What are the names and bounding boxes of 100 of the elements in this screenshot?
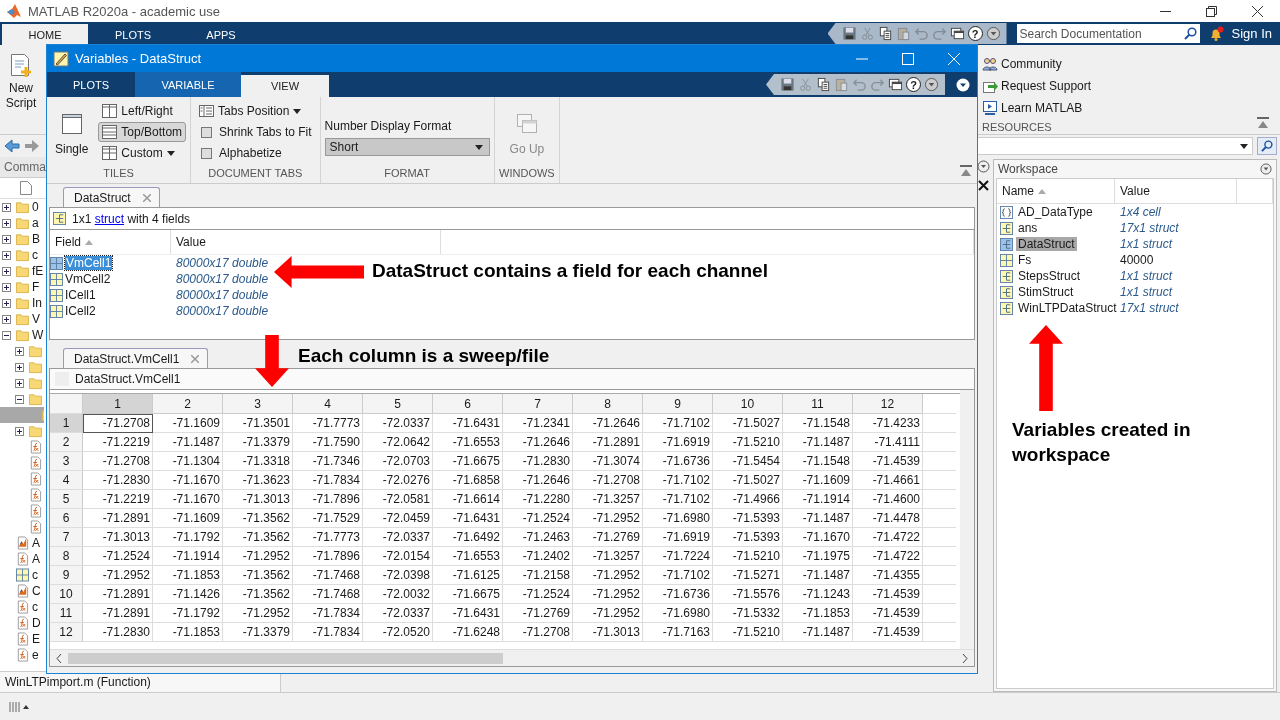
column-header[interactable]: Value bbox=[1115, 179, 1237, 203]
copy-icon[interactable] bbox=[816, 77, 831, 92]
expand-icon[interactable] bbox=[15, 426, 24, 436]
table-cell[interactable]: -71.4600 bbox=[853, 490, 923, 509]
table-cell[interactable]: -71.1609 bbox=[153, 414, 223, 433]
expand-icon[interactable] bbox=[2, 298, 11, 308]
table-cell[interactable]: -71.2769 bbox=[573, 528, 643, 547]
column-header[interactable]: 9 bbox=[643, 394, 713, 414]
dropdown-icon[interactable] bbox=[955, 76, 971, 93]
table-cell[interactable]: -71.1792 bbox=[153, 604, 223, 623]
column-header[interactable]: 4 bbox=[293, 394, 363, 414]
table-cell[interactable]: -71.7529 bbox=[293, 509, 363, 528]
row-header[interactable]: 8 bbox=[50, 547, 83, 566]
format-dropdown[interactable]: Short bbox=[324, 138, 490, 156]
table-cell[interactable]: -71.6553 bbox=[433, 433, 503, 452]
table-cell[interactable]: -71.7896 bbox=[293, 490, 363, 509]
file-row[interactable]: 0 bbox=[0, 199, 41, 215]
expand-icon[interactable] bbox=[2, 266, 11, 276]
column-header[interactable]: 1 bbox=[83, 394, 153, 414]
collapse-ribbon-icon[interactable] bbox=[959, 165, 973, 177]
table-cell[interactable]: -72.0337 bbox=[363, 414, 433, 433]
expand-icon[interactable] bbox=[2, 250, 11, 260]
table-cell[interactable]: -71.3074 bbox=[573, 452, 643, 471]
table-cell[interactable]: -71.6125 bbox=[433, 566, 503, 585]
table-cell[interactable]: -71.4722 bbox=[853, 547, 923, 566]
table-cell[interactable]: -71.1853 bbox=[153, 623, 223, 642]
expand-icon[interactable] bbox=[15, 346, 24, 356]
table-cell[interactable]: -71.6248 bbox=[433, 623, 503, 642]
table-cell[interactable]: -71.2891 bbox=[83, 585, 153, 604]
copy-icon[interactable] bbox=[877, 26, 893, 41]
variable-name[interactable]: WinLTPDataStruct bbox=[1016, 301, 1119, 315]
table-cell[interactable]: -71.4722 bbox=[853, 528, 923, 547]
browse-button[interactable] bbox=[1257, 137, 1277, 155]
column-header[interactable]: 7 bbox=[503, 394, 573, 414]
table-cell[interactable]: -71.4233 bbox=[853, 414, 923, 433]
table-cell[interactable]: -71.4478 bbox=[853, 509, 923, 528]
table-cell[interactable]: -71.6431 bbox=[433, 509, 503, 528]
expand-icon[interactable] bbox=[2, 314, 11, 324]
table-cell[interactable]: -71.2463 bbox=[503, 528, 573, 547]
resource-link[interactable]: Learn MATLAB bbox=[982, 97, 1256, 119]
table-cell[interactable]: -71.2646 bbox=[503, 433, 573, 452]
table-cell[interactable]: -71.2402 bbox=[503, 547, 573, 566]
grip-icon[interactable] bbox=[8, 701, 30, 713]
table-cell[interactable]: -71.2646 bbox=[503, 471, 573, 490]
table-cell[interactable]: -71.1792 bbox=[153, 528, 223, 547]
windows-icon[interactable] bbox=[949, 26, 965, 41]
file-row[interactable]: e bbox=[0, 647, 41, 663]
column-header[interactable]: 11 bbox=[783, 394, 853, 414]
table-cell[interactable]: -71.7163 bbox=[643, 623, 713, 642]
table-cell[interactable]: -71.6614 bbox=[433, 490, 503, 509]
vertical-scrollbar[interactable] bbox=[960, 390, 974, 649]
tabs-position-button[interactable]: Tabs Position bbox=[195, 101, 316, 121]
table-cell[interactable]: -71.3562 bbox=[223, 585, 293, 604]
table-cell[interactable]: -71.2524 bbox=[83, 547, 153, 566]
checkbox-option[interactable]: Alphabetize bbox=[195, 143, 316, 163]
variable-name[interactable]: StepsStruct bbox=[1016, 269, 1083, 283]
table-cell[interactable]: -71.2830 bbox=[83, 471, 153, 490]
document-tab[interactable]: DataStruct.VmCell1 bbox=[63, 348, 209, 368]
table-cell[interactable]: -71.6553 bbox=[433, 547, 503, 566]
checkbox-option[interactable]: Shrink Tabs to Fit bbox=[195, 122, 316, 142]
column-header[interactable]: 6 bbox=[433, 394, 503, 414]
table-cell[interactable]: -71.1670 bbox=[153, 490, 223, 509]
resource-link[interactable]: Community bbox=[982, 53, 1256, 75]
table-cell[interactable]: -71.4539 bbox=[853, 623, 923, 642]
ribbon-tab[interactable]: PLOTS bbox=[90, 24, 176, 45]
ribbon-tab[interactable]: APPS bbox=[178, 24, 264, 45]
table-cell[interactable]: -72.0703 bbox=[363, 452, 433, 471]
table-cell[interactable]: -72.0276 bbox=[363, 471, 433, 490]
menu-circle-icon[interactable] bbox=[1260, 163, 1272, 175]
table-cell[interactable]: -71.2769 bbox=[503, 604, 573, 623]
column-header[interactable]: 3 bbox=[223, 394, 293, 414]
table-cell[interactable]: -71.1548 bbox=[783, 414, 853, 433]
expand-icon[interactable] bbox=[2, 234, 11, 244]
table-cell[interactable]: -71.7468 bbox=[293, 566, 363, 585]
table-cell[interactable]: -71.2891 bbox=[83, 604, 153, 623]
scroll-right-icon[interactable] bbox=[962, 653, 968, 663]
struct-link[interactable]: struct bbox=[94, 211, 125, 226]
file-row[interactable]: c bbox=[0, 247, 40, 263]
column-header[interactable]: 8 bbox=[573, 394, 643, 414]
table-cell[interactable]: -71.3013 bbox=[83, 528, 153, 547]
table-cell[interactable]: -71.6675 bbox=[433, 585, 503, 604]
checkbox[interactable] bbox=[201, 126, 213, 138]
variable-name[interactable]: Fs bbox=[1016, 253, 1034, 267]
table-cell[interactable]: -71.5332 bbox=[713, 604, 783, 623]
table-cell[interactable]: -72.0154 bbox=[363, 547, 433, 566]
row-header[interactable]: 2 bbox=[50, 433, 83, 452]
table-cell[interactable]: -71.3623 bbox=[223, 471, 293, 490]
search-box[interactable]: Search Documentation bbox=[1016, 24, 1200, 43]
table-cell[interactable]: -71.6919 bbox=[643, 433, 713, 452]
column-header[interactable]: Value bbox=[171, 230, 441, 254]
file-row[interactable]: c bbox=[0, 567, 40, 583]
table-cell[interactable]: -71.3257 bbox=[573, 490, 643, 509]
single-button[interactable]: Single bbox=[51, 101, 93, 167]
table-cell[interactable]: -71.3562 bbox=[223, 528, 293, 547]
field-name[interactable]: ICell2 bbox=[65, 304, 96, 318]
table-cell[interactable]: -71.6858 bbox=[433, 471, 503, 490]
scroll-left-icon[interactable] bbox=[56, 653, 62, 663]
table-cell[interactable]: -71.1304 bbox=[153, 452, 223, 471]
row-header[interactable]: 6 bbox=[50, 509, 83, 528]
table-cell[interactable]: -71.2280 bbox=[503, 490, 573, 509]
